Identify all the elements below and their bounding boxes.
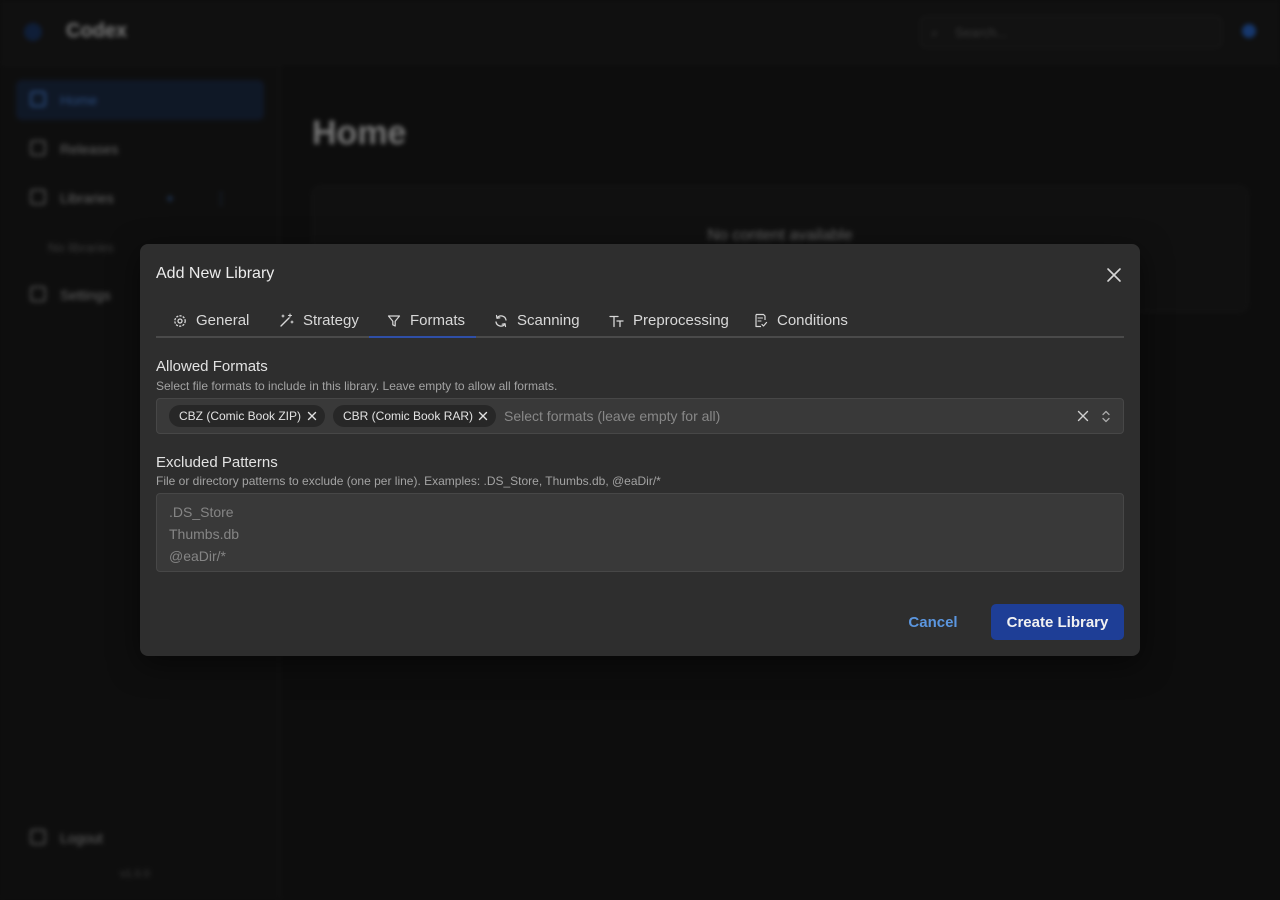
remove-chip-icon[interactable]: [478, 411, 488, 421]
placeholder-line: @eaDir/*: [169, 548, 227, 564]
tab-label: General: [196, 312, 250, 329]
allowed-formats-label: Allowed Formats: [156, 358, 268, 375]
format-chip-cbr: CBR (Comic Book RAR): [333, 405, 496, 427]
cancel-button[interactable]: Cancel: [894, 604, 972, 640]
magic-wand-icon: [280, 313, 294, 327]
placeholder-line: Thumbs.db: [169, 526, 240, 542]
active-tab-indicator: [369, 336, 476, 338]
gear-icon: [174, 314, 186, 327]
dialog-tabs: General Strategy Formats Scanning Prepro…: [156, 303, 1124, 338]
excluded-patterns-help: File or directory patterns to exclude (o…: [156, 474, 661, 488]
excluded-patterns-textarea[interactable]: .DS_Store Thumbs.db @eaDir/*: [156, 493, 1124, 572]
chip-label: CBZ (Comic Book ZIP): [179, 409, 302, 423]
tab-label: Formats: [410, 312, 466, 329]
placeholder-line: .DS_Store: [169, 504, 234, 520]
tab-strategy[interactable]: Strategy: [279, 303, 359, 338]
format-chip-cbz: CBZ (Comic Book ZIP): [169, 405, 325, 427]
refresh-icon: [495, 314, 507, 327]
add-library-dialog: Add New Library General Strategy Formats: [140, 244, 1140, 656]
excluded-patterns-label: Excluded Patterns: [156, 454, 278, 471]
tab-label: Conditions: [777, 312, 848, 329]
tab-scanning[interactable]: Scanning: [494, 303, 580, 338]
checklist-icon: [755, 313, 768, 328]
remove-chip-icon[interactable]: [307, 411, 317, 421]
tab-label: Strategy: [303, 312, 359, 329]
tab-formats[interactable]: Formats: [387, 303, 465, 338]
chevron-up-down-icon[interactable]: [1101, 409, 1111, 424]
tab-label: Preprocessing: [633, 312, 729, 329]
close-button[interactable]: [1104, 265, 1124, 285]
tab-label: Scanning: [517, 312, 580, 329]
filter-icon: [387, 314, 401, 327]
formats-placeholder[interactable]: Select formats (leave empty for all): [504, 408, 720, 424]
close-icon: [1107, 268, 1121, 282]
create-library-button[interactable]: Create Library: [991, 604, 1124, 640]
text-transform-icon: [609, 315, 624, 327]
dialog-title: Add New Library: [156, 265, 275, 282]
allowed-formats-help: Select file formats to include in this l…: [156, 379, 558, 393]
tab-general[interactable]: General: [173, 303, 249, 338]
chip-label: CBR (Comic Book RAR): [343, 409, 474, 423]
tab-preprocessing[interactable]: Preprocessing: [609, 303, 729, 338]
formats-multiselect[interactable]: CBZ (Comic Book ZIP) CBR (Comic Book RAR…: [156, 398, 1124, 434]
tab-conditions[interactable]: Conditions: [754, 303, 848, 338]
clear-selection-icon[interactable]: [1077, 410, 1089, 422]
